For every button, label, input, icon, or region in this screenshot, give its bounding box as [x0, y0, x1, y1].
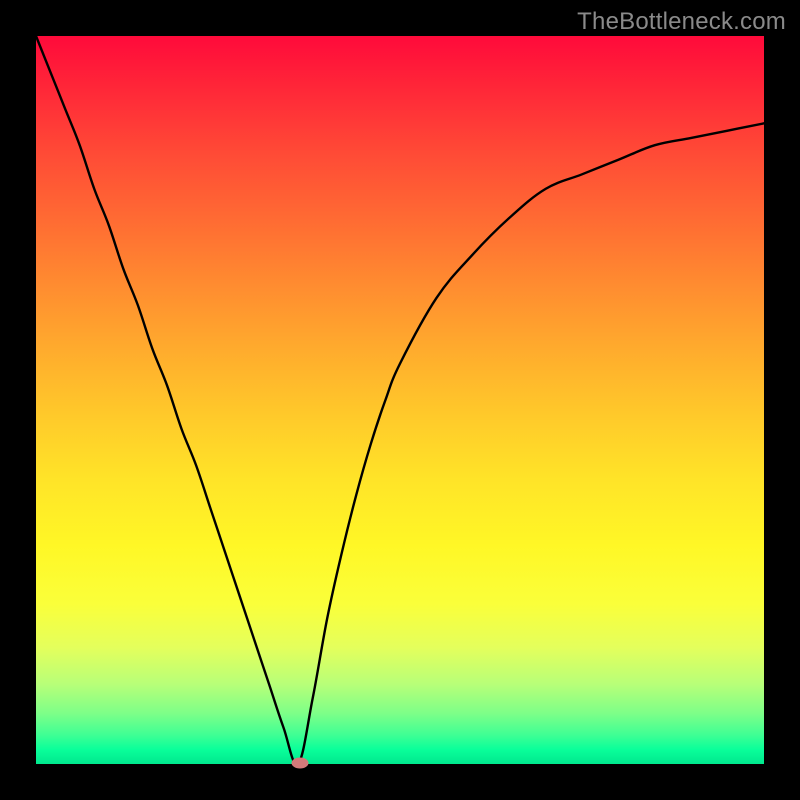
optimal-point-marker [292, 757, 309, 768]
chart-frame: TheBottleneck.com [0, 0, 800, 800]
plot-area [36, 36, 764, 764]
watermark-text: TheBottleneck.com [577, 8, 786, 36]
bottleneck-curve [36, 36, 764, 764]
